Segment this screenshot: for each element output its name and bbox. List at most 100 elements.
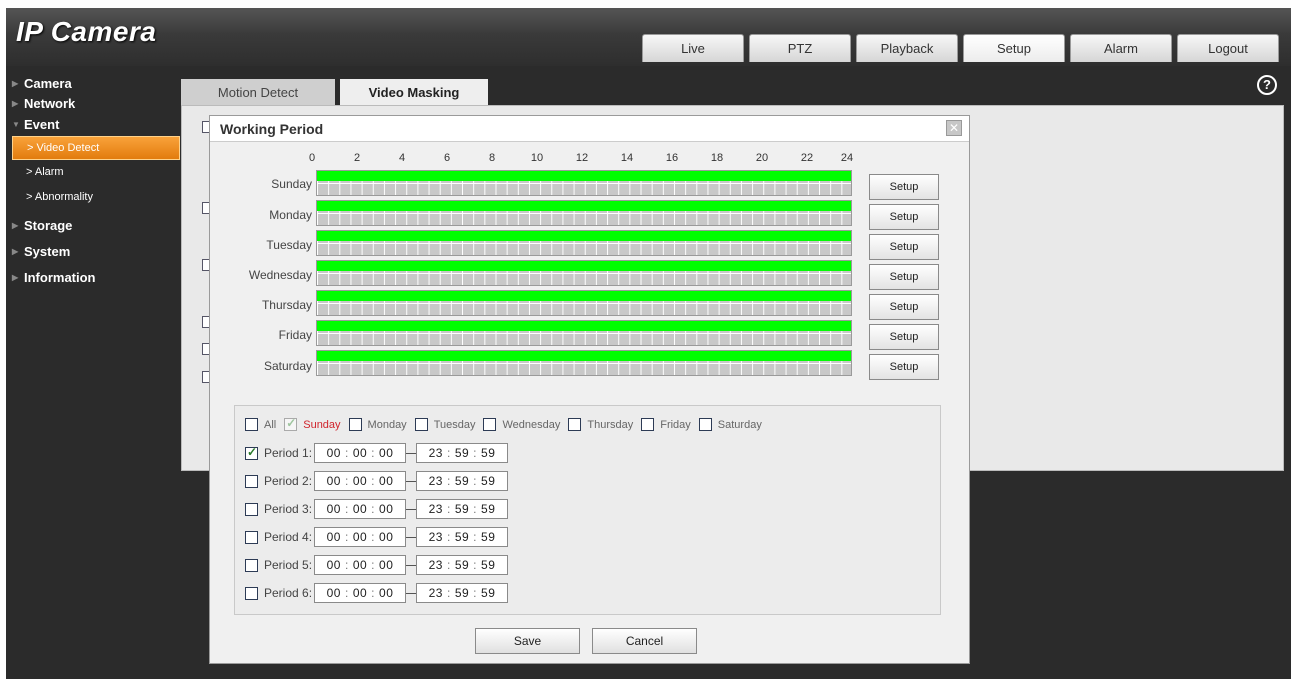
sunday-checkbox: [284, 416, 298, 431]
hour-label: 14: [620, 152, 634, 164]
content-tabs: Motion Detect Video Masking: [181, 79, 488, 106]
nav-tab-logout[interactable]: Logout: [1177, 34, 1279, 62]
day-selector: All Sunday Monday Tuesday Wednesday Thur…: [245, 416, 770, 431]
saturday-label: Saturday: [717, 418, 762, 431]
hour-label: 0: [308, 152, 316, 164]
setup-button[interactable]: Setup: [869, 174, 939, 200]
period-row-6: Period 6: 00:00:00 23:59:59: [245, 583, 508, 603]
period-end-time[interactable]: 23:59:59: [416, 527, 508, 547]
period-checkbox[interactable]: [245, 586, 258, 600]
saturday-checkbox[interactable]: [698, 418, 712, 431]
period-end-time[interactable]: 23:59:59: [416, 443, 508, 463]
range-dash: [406, 536, 416, 538]
nav-tab-alarm[interactable]: Alarm: [1070, 34, 1172, 62]
period-label: Period 5:: [264, 558, 313, 572]
sidebar-item-event[interactable]: ▼ Event: [6, 114, 182, 136]
setup-button[interactable]: Setup: [869, 264, 939, 290]
active-period-bar: [317, 201, 851, 211]
wednesday-checkbox[interactable]: [483, 418, 497, 431]
day-timeline[interactable]: [316, 170, 852, 196]
sidebar-item-network[interactable]: ▶ Network: [6, 94, 182, 114]
day-timeline[interactable]: [316, 320, 852, 346]
day-timeline[interactable]: [316, 230, 852, 256]
period-start-time[interactable]: 00:00:00: [314, 443, 406, 463]
hour-label: 12: [575, 152, 589, 164]
range-dash: [406, 564, 416, 566]
day-label: Friday: [278, 328, 312, 342]
minute-field: 00: [352, 474, 368, 488]
second-field: 59: [481, 446, 496, 460]
period-end-time[interactable]: 23:59:59: [416, 555, 508, 575]
period-end-time[interactable]: 23:59:59: [416, 471, 508, 491]
second-field: 59: [481, 474, 496, 488]
active-period-bar: [317, 171, 851, 181]
day-timeline[interactable]: [316, 290, 852, 316]
tuesday-checkbox[interactable]: [414, 418, 428, 431]
period-row-5: Period 5: 00:00:00 23:59:59: [245, 555, 508, 575]
close-icon[interactable]: ✕: [946, 120, 962, 136]
tab-motion-detect[interactable]: Motion Detect: [181, 79, 335, 106]
sidebar-subitem-abnormality[interactable]: > Abnormality: [6, 185, 182, 210]
triangle-right-icon: ▶: [12, 79, 19, 88]
day-timeline[interactable]: [316, 200, 852, 226]
all-days-label: All: [264, 418, 277, 431]
period-start-time[interactable]: 00:00:00: [314, 527, 406, 547]
period-checkbox[interactable]: [245, 474, 258, 488]
sidebar-item-camera[interactable]: ▶ Camera: [6, 74, 182, 94]
period-checkbox[interactable]: [245, 502, 258, 516]
period-checkbox[interactable]: [245, 558, 258, 572]
period-start-time[interactable]: 00:00:00: [314, 555, 406, 575]
thursday-label: Thursday: [587, 418, 634, 431]
day-label: Sunday: [271, 177, 312, 191]
hour-field: 23: [428, 530, 443, 544]
active-period-bar: [317, 321, 851, 331]
nav-tab-ptz[interactable]: PTZ: [749, 34, 851, 62]
cancel-button[interactable]: Cancel: [592, 628, 697, 654]
day-timeline[interactable]: [316, 350, 852, 376]
minute-field: 00: [352, 558, 368, 572]
day-timeline[interactable]: [316, 260, 852, 286]
setup-button[interactable]: Setup: [869, 234, 939, 260]
hour-label: 22: [800, 152, 814, 164]
setup-button[interactable]: Setup: [869, 204, 939, 230]
nav-tab-playback[interactable]: Playback: [856, 34, 958, 62]
day-row-monday: Monday Setup: [210, 200, 971, 230]
all-days-checkbox[interactable]: [245, 418, 258, 431]
sidebar-item-storage[interactable]: ▶ Storage: [6, 212, 182, 239]
hour-field: 00: [326, 586, 341, 600]
second-field: 59: [481, 530, 496, 544]
hour-field: 23: [428, 586, 443, 600]
help-icon[interactable]: ?: [1257, 75, 1277, 95]
day-label: Wednesday: [248, 268, 312, 282]
setup-button[interactable]: Setup: [869, 294, 939, 320]
setup-button[interactable]: Setup: [869, 354, 939, 380]
hour-axis: 0 2 4 6 8 10 12 14 16 18 20 22 24: [308, 152, 853, 166]
second-field: 00: [379, 446, 394, 460]
sidebar-item-label: Network: [24, 96, 76, 111]
nav-tab-setup[interactable]: Setup: [963, 34, 1065, 62]
friday-checkbox[interactable]: [641, 418, 655, 431]
period-end-time[interactable]: 23:59:59: [416, 583, 508, 603]
sidebar-item-label: Event: [24, 117, 60, 132]
sidebar-item-system[interactable]: ▶ System: [6, 239, 182, 265]
period-start-time[interactable]: 00:00:00: [314, 499, 406, 519]
sidebar-item-information[interactable]: ▶ Information: [6, 265, 182, 291]
period-checkbox[interactable]: [245, 445, 258, 460]
period-row-2: Period 2: 00:00:00 23:59:59: [245, 471, 508, 491]
setup-button[interactable]: Setup: [869, 324, 939, 350]
period-start-time[interactable]: 00:00:00: [314, 471, 406, 491]
monday-checkbox[interactable]: [348, 418, 362, 431]
thursday-checkbox[interactable]: [568, 418, 582, 431]
range-dash: [406, 480, 416, 482]
triangle-down-icon: ▼: [12, 120, 20, 129]
nav-tab-live[interactable]: Live: [642, 34, 744, 62]
period-start-time[interactable]: 00:00:00: [314, 583, 406, 603]
second-field: 00: [379, 558, 394, 572]
sidebar-subitem-alarm[interactable]: > Alarm: [6, 160, 182, 185]
triangle-right-icon: ▶: [12, 99, 19, 108]
period-checkbox[interactable]: [245, 530, 258, 544]
save-button[interactable]: Save: [475, 628, 580, 654]
tab-video-masking[interactable]: Video Masking: [340, 79, 488, 106]
sidebar-subitem-video-detect[interactable]: > Video Detect: [12, 136, 180, 160]
period-end-time[interactable]: 23:59:59: [416, 499, 508, 519]
